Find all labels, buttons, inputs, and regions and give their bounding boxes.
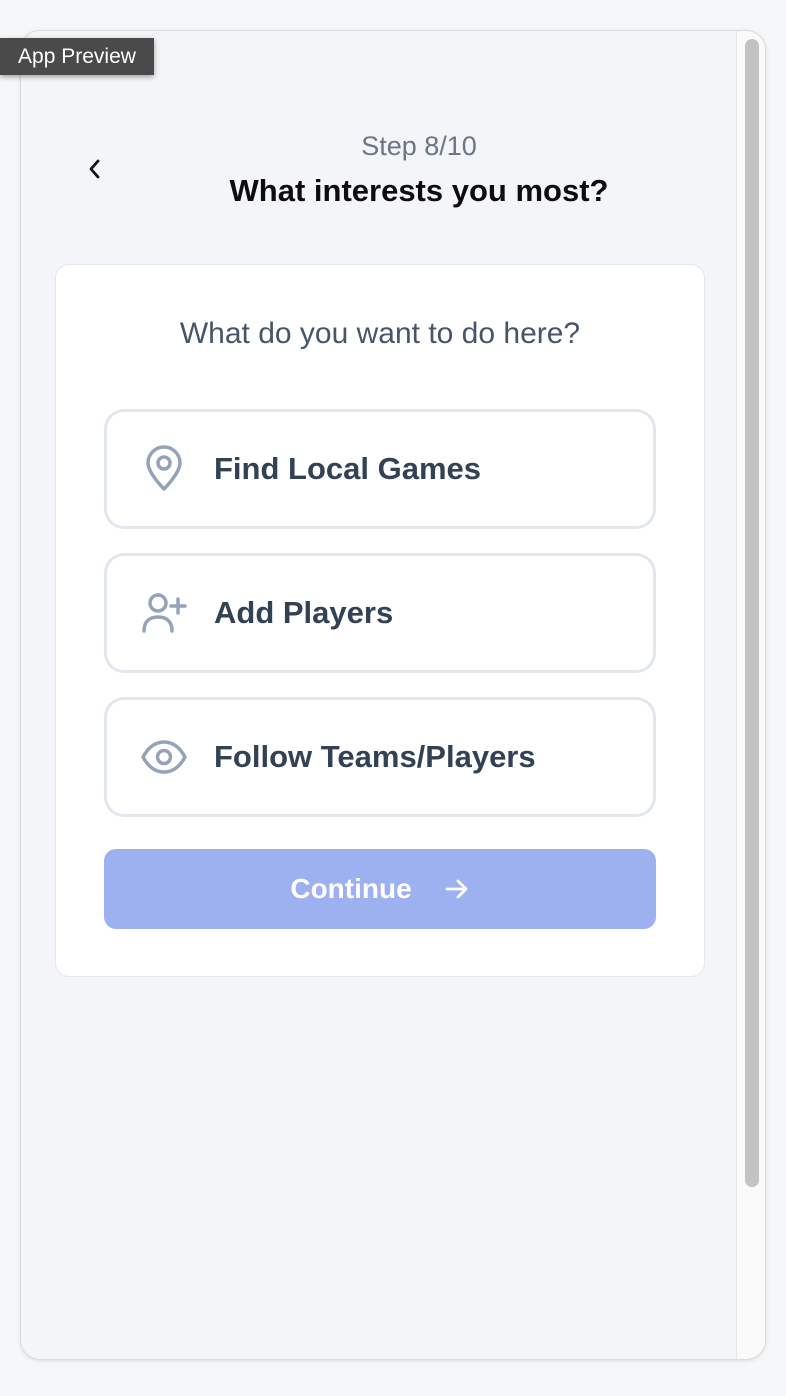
option-add-players[interactable]: Add Players (104, 553, 656, 673)
eye-icon (140, 733, 188, 781)
scrollbar-thumb[interactable] (745, 39, 759, 1187)
option-follow-teams-players[interactable]: Follow Teams/Players (104, 697, 656, 817)
option-find-local-games[interactable]: Find Local Games (104, 409, 656, 529)
step-indicator: Step 8/10 (361, 131, 477, 161)
option-label: Find Local Games (214, 451, 482, 486)
app-preview-tag: App Preview (0, 38, 154, 75)
option-label: Add Players (214, 595, 394, 630)
user-plus-icon (140, 589, 188, 637)
page-title: What interests you most? (229, 173, 609, 208)
continue-label: Continue (290, 873, 412, 904)
question-text: What do you want to do here? (179, 317, 581, 350)
app-frame: Step 8/10 What interests you most? What … (20, 30, 766, 1360)
interests-card: What do you want to do here? Find Local … (55, 264, 705, 977)
option-label: Follow Teams/Players (214, 739, 536, 774)
continue-button[interactable]: Continue (104, 849, 656, 929)
scrollbar[interactable] (736, 31, 765, 1359)
map-pin-icon (140, 445, 188, 493)
arrow-right-icon (444, 877, 470, 901)
